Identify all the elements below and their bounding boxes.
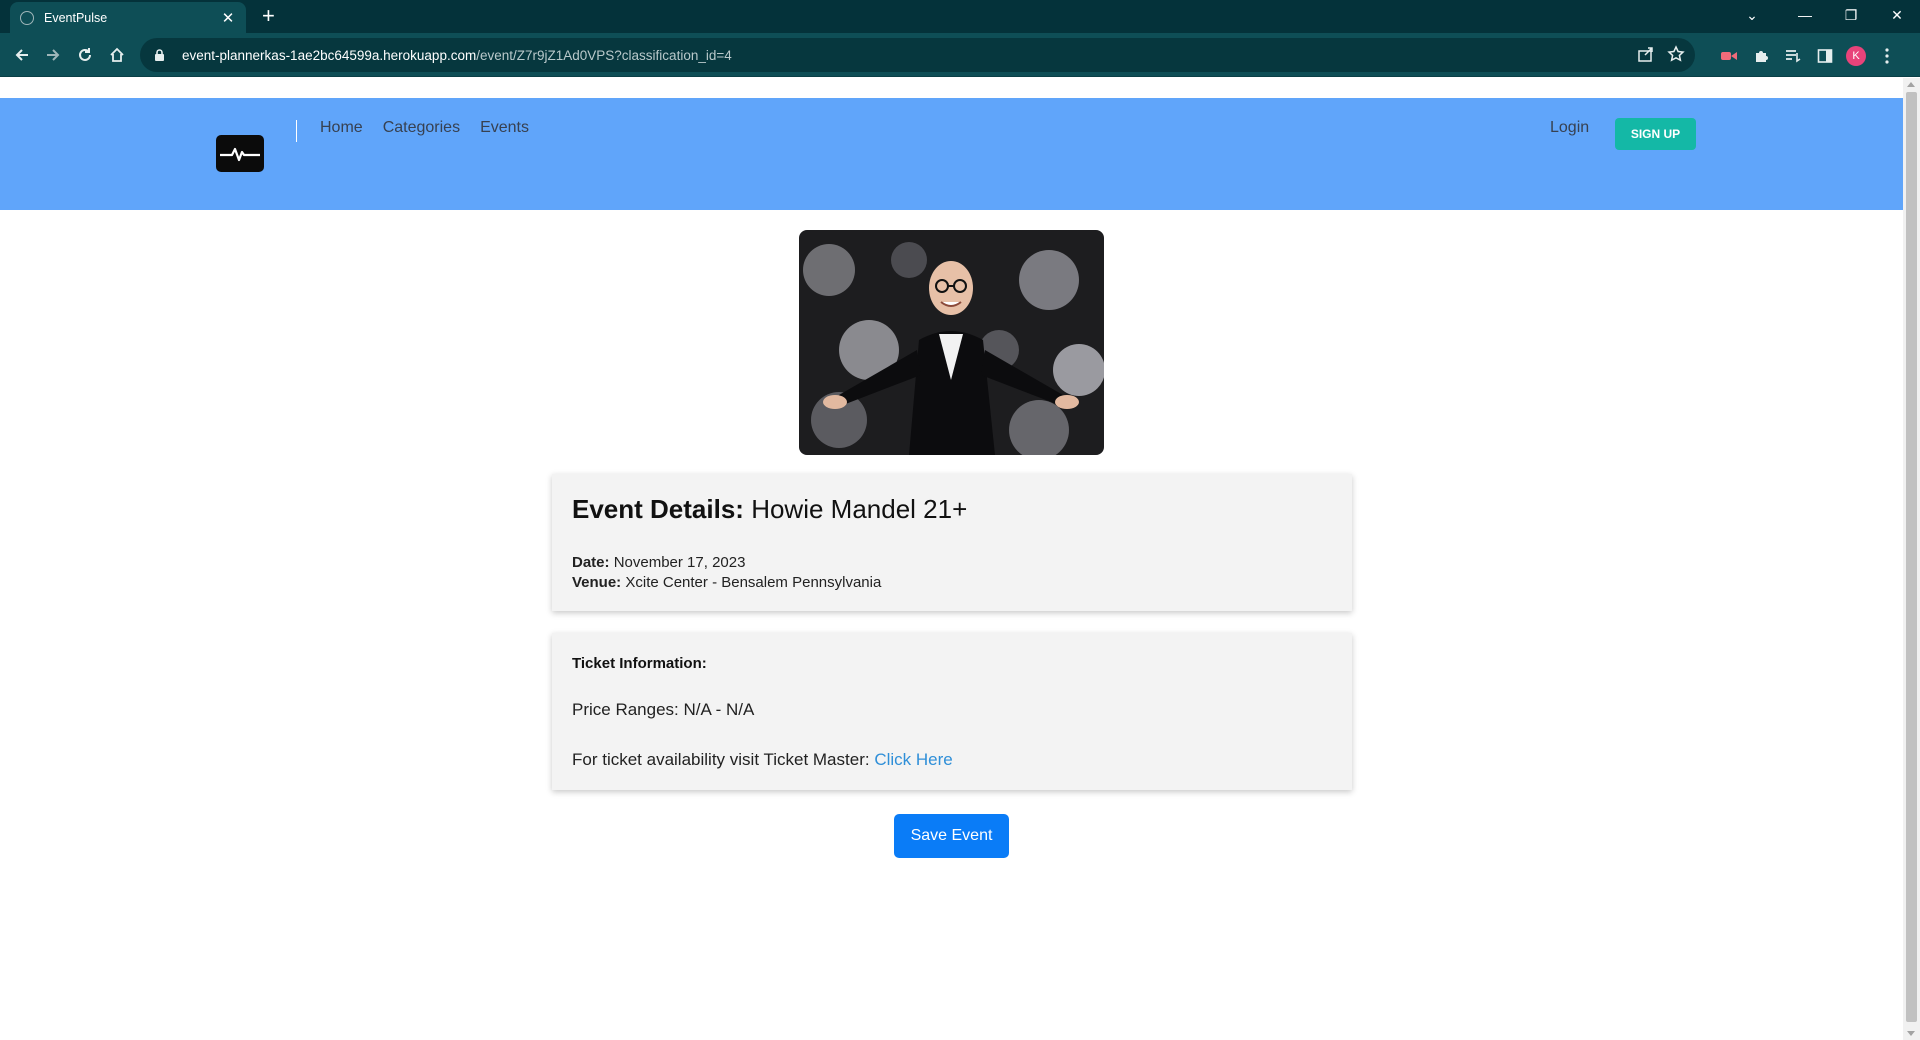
- nav-home[interactable]: Home: [320, 119, 363, 137]
- scroll-up-icon[interactable]: [1907, 82, 1915, 87]
- minimize-button[interactable]: —: [1782, 0, 1828, 30]
- event-details-label: Event Details:: [572, 494, 744, 524]
- price-label: Price Ranges:: [572, 700, 679, 719]
- close-tab-icon[interactable]: ✕: [220, 9, 236, 27]
- tab-title: EventPulse: [44, 10, 108, 25]
- date-label: Date:: [572, 554, 610, 571]
- forward-arrow-icon[interactable]: [40, 42, 66, 68]
- home-icon[interactable]: [104, 42, 130, 68]
- venue-label: Venue:: [572, 574, 622, 591]
- bookmark-star-icon[interactable]: [1667, 45, 1685, 68]
- browser-tab[interactable]: EventPulse ✕: [10, 2, 246, 33]
- event-image: [799, 230, 1104, 455]
- pulse-icon: [220, 147, 260, 161]
- header-divider: [296, 120, 297, 142]
- site-header: Home Categories Events Login SIGN UP: [0, 98, 1903, 210]
- more-menu-icon[interactable]: [1876, 45, 1898, 67]
- event-name: Howie Mandel 21+: [751, 494, 968, 524]
- url-text[interactable]: event-plannerkas-1ae2bc64599a.herokuapp.…: [182, 48, 732, 63]
- ticket-info-heading: Ticket Information:: [572, 655, 707, 672]
- eventpulse-logo[interactable]: [216, 135, 264, 172]
- price-range-line: Price Ranges: N/A - N/A: [572, 700, 754, 720]
- extension-icon[interactable]: [1718, 45, 1740, 67]
- browser-tab-strip: EventPulse ✕ + ⌄ — ❐ ✕: [0, 0, 1920, 33]
- window-close-button[interactable]: ✕: [1874, 0, 1920, 30]
- scroll-down-icon[interactable]: [1907, 1031, 1915, 1036]
- reading-list-icon[interactable]: [1782, 45, 1804, 67]
- event-date: November 17, 2023: [613, 554, 746, 571]
- url-host: event-plannerkas-1ae2bc64599a.herokuapp.…: [182, 47, 477, 63]
- tab-search-icon[interactable]: ⌄: [1722, 0, 1782, 30]
- share-icon[interactable]: [1637, 45, 1655, 68]
- event-date-line: Date: November 17, 2023: [572, 554, 745, 571]
- nav-events[interactable]: Events: [480, 119, 529, 137]
- puzzle-icon[interactable]: [1750, 45, 1772, 67]
- login-link[interactable]: Login: [1550, 119, 1589, 137]
- reload-icon[interactable]: [72, 42, 98, 68]
- new-tab-button[interactable]: +: [262, 4, 275, 28]
- event-details-card: Event Details: Howie Mandel 21+ Date: No…: [552, 474, 1352, 611]
- save-event-button[interactable]: Save Event: [894, 814, 1009, 858]
- back-arrow-icon[interactable]: [9, 42, 35, 68]
- availability-text: For ticket availability visit Ticket Mas…: [572, 750, 870, 769]
- lock-icon[interactable]: [154, 48, 168, 62]
- page-scrollbar[interactable]: [1903, 78, 1920, 1040]
- page-viewport: Home Categories Events Login SIGN UP Eve…: [0, 78, 1920, 1040]
- side-panel-icon[interactable]: [1814, 45, 1836, 67]
- scroll-thumb[interactable]: [1906, 92, 1917, 1022]
- signup-button[interactable]: SIGN UP: [1615, 118, 1696, 150]
- ticketmaster-link[interactable]: Click Here: [874, 750, 952, 769]
- ticket-info-card: Ticket Information: Price Ranges: N/A - …: [552, 633, 1352, 790]
- address-bar[interactable]: event-plannerkas-1ae2bc64599a.herokuapp.…: [140, 38, 1695, 72]
- main-nav: Home Categories Events: [320, 119, 529, 137]
- price-value: N/A - N/A: [683, 700, 755, 719]
- event-venue: Xcite Center - Bensalem Pennsylvania: [625, 574, 882, 591]
- window-controls: ⌄ — ❐ ✕: [1722, 0, 1920, 30]
- ticket-availability-line: For ticket availability visit Ticket Mas…: [572, 750, 953, 770]
- nav-categories[interactable]: Categories: [383, 119, 460, 137]
- restore-button[interactable]: ❐: [1828, 0, 1874, 30]
- browser-toolbar: event-plannerkas-1ae2bc64599a.herokuapp.…: [0, 33, 1920, 77]
- globe-icon: [20, 10, 34, 25]
- url-path: /event/Z7r9jZ1Ad0VPS?classification_id=4: [476, 47, 732, 63]
- event-venue-line: Venue: Xcite Center - Bensalem Pennsylva…: [572, 574, 881, 591]
- profile-avatar[interactable]: K: [1846, 46, 1866, 66]
- event-title: Event Details: Howie Mandel 21+: [572, 494, 967, 525]
